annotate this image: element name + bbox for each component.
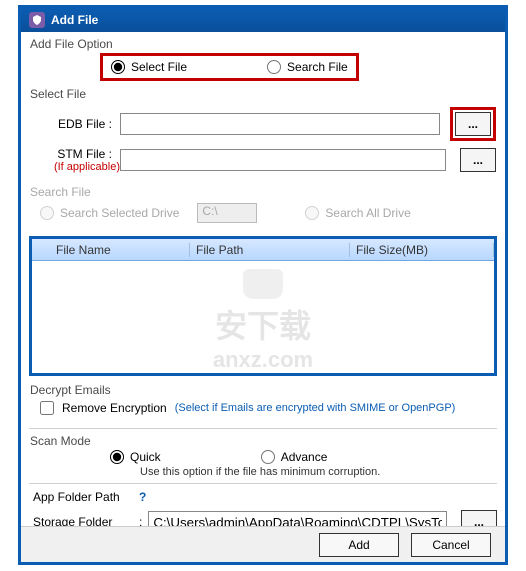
- app-icon: [29, 12, 45, 28]
- stm-browse-button[interactable]: ...: [460, 148, 496, 172]
- search-file-radio-label: Search File: [287, 60, 348, 74]
- search-all-radio-input: [305, 206, 319, 220]
- advance-radio-input[interactable]: [261, 450, 275, 464]
- decrypt-group: Decrypt Emails Remove Encryption (Select…: [29, 382, 497, 424]
- watermark: 安下载 anxz.com: [32, 269, 494, 373]
- stm-note: (If applicable): [54, 161, 120, 173]
- app-folder-help-icon[interactable]: ?: [139, 490, 146, 504]
- add-button[interactable]: Add: [319, 533, 399, 557]
- search-file-radio-input[interactable]: [267, 60, 281, 74]
- search-file-radio[interactable]: Search File: [267, 60, 348, 74]
- edb-label: EDB File :: [40, 117, 120, 131]
- quick-radio-input[interactable]: [110, 450, 124, 464]
- decrypt-hint: (Select if Emails are encrypted with SMI…: [175, 402, 456, 414]
- remove-encryption-checkbox[interactable]: [40, 401, 54, 415]
- watermark-shield-icon: [243, 269, 283, 299]
- select-file-radio[interactable]: Select File: [111, 60, 187, 74]
- quick-radio[interactable]: Quick: [110, 450, 161, 464]
- quick-label: Quick: [130, 450, 161, 464]
- watermark-text1: 安下载: [215, 301, 311, 347]
- scan-mode-title: Scan Mode: [30, 434, 496, 448]
- bottom-bar: Add Cancel: [21, 526, 505, 562]
- edb-browse-button[interactable]: ...: [455, 112, 491, 136]
- separator: [29, 428, 497, 429]
- advance-radio[interactable]: Advance: [261, 450, 328, 464]
- content: Add File Option Select File Search File …: [21, 32, 505, 534]
- scan-radio-row: Quick Advance: [110, 450, 496, 464]
- stm-row: STM File : (If applicable) ...: [30, 147, 496, 173]
- window-title: Add File: [51, 13, 98, 27]
- option-highlight: Select File Search File: [100, 53, 359, 81]
- edb-row: EDB File : ...: [30, 107, 496, 141]
- table-col-filepath[interactable]: File Path: [190, 243, 350, 257]
- stm-label: STM File :: [40, 147, 120, 161]
- separator-2: [29, 483, 497, 484]
- search-all-label: Search All Drive: [325, 206, 410, 220]
- option-radio-row: Select File Search File: [30, 53, 496, 81]
- select-file-group: Select File EDB File : ... STM File : (I…: [29, 86, 497, 180]
- add-file-option-title: Add File Option: [30, 37, 496, 51]
- search-file-title: Search File: [30, 185, 496, 199]
- select-file-radio-label: Select File: [131, 60, 187, 74]
- table-col-filename[interactable]: File Name: [50, 243, 190, 257]
- titlebar: Add File: [21, 8, 505, 32]
- stm-input[interactable]: [120, 149, 446, 171]
- watermark-text2: anxz.com: [213, 347, 313, 373]
- scan-mode-group: Scan Mode Quick Advance Use this option …: [29, 433, 497, 479]
- drive-select: C:\: [197, 203, 257, 223]
- search-all-radio: Search All Drive: [305, 206, 410, 220]
- search-selected-radio-input: [40, 206, 54, 220]
- file-table: File Name File Path File Size(MB) 安下载 an…: [29, 236, 497, 376]
- decrypt-title: Decrypt Emails: [30, 383, 496, 397]
- select-file-title: Select File: [30, 87, 496, 101]
- search-row: Search Selected Drive C:\ Search All Dri…: [40, 203, 496, 223]
- add-file-option-group: Add File Option Select File Search File: [29, 36, 497, 82]
- cancel-button[interactable]: Cancel: [411, 533, 491, 557]
- remove-encryption-label: Remove Encryption: [62, 401, 167, 415]
- search-selected-radio: Search Selected Drive: [40, 206, 179, 220]
- add-file-window: Add File Add File Option Select File Sea…: [18, 5, 508, 565]
- table-col-filesize[interactable]: File Size(MB): [350, 243, 494, 257]
- decrypt-row: Remove Encryption (Select if Emails are …: [40, 401, 496, 415]
- advance-label: Advance: [281, 450, 328, 464]
- edb-browse-highlight: ...: [450, 107, 496, 141]
- edb-input[interactable]: [120, 113, 440, 135]
- search-file-group: Search File Search Selected Drive C:\ Se…: [29, 184, 497, 232]
- search-selected-label: Search Selected Drive: [60, 206, 179, 220]
- scan-note: Use this option if the file has minimum …: [140, 466, 496, 478]
- table-header: File Name File Path File Size(MB): [32, 239, 494, 261]
- select-file-radio-input[interactable]: [111, 60, 125, 74]
- app-folder-row: App Folder Path ?: [29, 490, 497, 504]
- app-folder-label: App Folder Path: [29, 490, 139, 504]
